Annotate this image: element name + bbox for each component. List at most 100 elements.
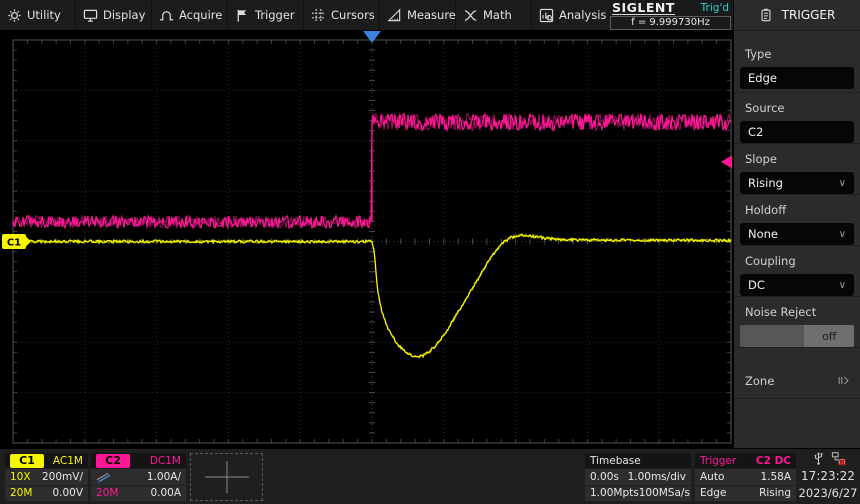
measure-icon	[387, 8, 402, 23]
clock-date[interactable]: 2023/6/27	[798, 485, 858, 501]
holdoff-label: Holdoff	[745, 203, 854, 217]
channel1-scale: 200mV/	[42, 471, 83, 483]
menu-item-label: Math	[483, 8, 512, 22]
channel1-box[interactable]: C1 AC1M 10X 200mV/ 20M 0.00V	[5, 453, 88, 501]
section-holdoff: Holdoff None ∨	[734, 195, 860, 246]
expand-right-icon	[837, 374, 852, 389]
timebase-samplerate: 100MSa/s	[639, 487, 690, 499]
crosshair-icon	[199, 457, 255, 497]
trigger-position-marker[interactable]	[363, 31, 381, 43]
timebase-memdepth: 1.00Mpts	[590, 487, 639, 499]
source-value: C2	[748, 125, 763, 139]
menu-item-label: Display	[103, 8, 145, 22]
menu-item-label: Utility	[27, 8, 61, 22]
menu-item-measure[interactable]: Measure	[380, 0, 456, 30]
noise-reject-toggle[interactable]: off	[740, 325, 854, 347]
menu-item-utility[interactable]: Utility	[0, 0, 76, 30]
source-field[interactable]: C2	[740, 121, 854, 143]
menu-item-label: Trigger	[255, 8, 295, 22]
menu-item-label: Measure	[407, 8, 456, 22]
trigger-slope: Rising	[759, 487, 791, 499]
trigger-panel-icon	[759, 8, 774, 23]
channel1-coupling: AC1M	[53, 455, 83, 467]
trigger-title: Trigger	[700, 455, 736, 467]
cursors-icon	[311, 8, 326, 23]
panel-header: TRIGGER	[734, 0, 860, 31]
coupling-dropdown[interactable]: DC ∨	[740, 274, 854, 296]
add-channel-placeholder[interactable]	[190, 453, 263, 501]
flag-icon	[235, 8, 250, 23]
noise-reject-label: Noise Reject	[745, 305, 854, 319]
timebase-title: Timebase	[590, 455, 641, 467]
slope-dropdown[interactable]: Rising ∨	[740, 172, 854, 194]
coupling-value: DC	[748, 278, 765, 292]
trigger-status-indicator: Trig'd	[701, 2, 729, 14]
math-icon	[463, 8, 478, 23]
menu-item-trigger[interactable]: Trigger	[228, 0, 304, 30]
trigger-mode: Auto	[700, 471, 724, 483]
section-zone[interactable]: Zone	[734, 348, 860, 399]
toggle-off-segment: off	[804, 325, 854, 347]
timebase-delay: 0.00s	[590, 471, 619, 483]
menu-item-display[interactable]: Display	[76, 0, 152, 30]
waveform-graticule[interactable]: C1	[0, 30, 733, 448]
channel2-offset: 0.00A	[150, 487, 181, 499]
channel2-badge: C2	[96, 454, 130, 468]
menu-item-analysis[interactable]: Analysis	[532, 0, 612, 30]
menu-item-acquire[interactable]: Acquire	[152, 0, 228, 30]
menu-item-math[interactable]: Math	[456, 0, 532, 30]
slope-value: Rising	[748, 176, 783, 190]
chevron-down-icon: ∨	[839, 229, 846, 240]
analysis-icon	[539, 8, 554, 23]
channel1-offset: 0.00V	[52, 487, 83, 499]
siglent-logo: SIGLENT	[612, 1, 675, 15]
channel2-scale: 1.00A/	[147, 471, 181, 483]
timebase-box[interactable]: Timebase 0.00s 1.00ms/div 1.00Mpts 100MS…	[585, 453, 691, 501]
probe-slope-icon	[96, 470, 111, 484]
coupling-label: Coupling	[745, 254, 854, 268]
panel-title: TRIGGER	[782, 8, 836, 22]
zone-label: Zone	[745, 374, 774, 388]
channel2-box[interactable]: C2 DC1M 1.00A/ 20M 0.00A	[91, 453, 186, 501]
menu-item-label: Cursors	[331, 8, 375, 22]
section-source: Source C2	[734, 93, 860, 144]
type-label: Type	[745, 47, 854, 61]
type-field[interactable]: Edge	[740, 67, 854, 89]
timebase-scale: 1.00ms/div	[628, 471, 686, 483]
trigger-level-marker[interactable]	[721, 155, 732, 168]
brand-block: SIGLENT Trig'd f = 9.999730Hz	[608, 0, 733, 30]
toggle-on-segment	[740, 325, 804, 347]
slope-label: Slope	[745, 152, 854, 166]
channel2-bandwidth: 20M	[96, 487, 118, 499]
acquire-icon	[159, 8, 174, 23]
usb-icon[interactable]	[811, 451, 826, 466]
section-noise-reject: Noise Reject off	[734, 297, 860, 348]
trigger-box[interactable]: Trigger C2 DC Auto 1.58A Edge Rising	[695, 453, 796, 501]
type-value: Edge	[748, 71, 777, 85]
section-type: Type Edge	[734, 31, 860, 93]
menu-items: Utility Display Acquire Trigger Cursors Measu…	[0, 0, 612, 30]
lan-error-icon[interactable]	[831, 451, 846, 466]
oscilloscope-screen: Utility Display Acquire Trigger Cursors Measu…	[0, 0, 860, 504]
menu-item-label: Analysis	[559, 8, 606, 22]
waveform-display-area[interactable]: C1	[0, 30, 733, 448]
menu-item-cursors[interactable]: Cursors	[304, 0, 380, 30]
section-slope: Slope Rising ∨	[734, 144, 860, 195]
status-bar: C1 AC1M 10X 200mV/ 20M 0.00V C2 DC1M 1.0…	[0, 448, 860, 504]
gear-icon	[7, 8, 22, 23]
menu-item-label: Acquire	[179, 8, 222, 22]
frequency-counter: f = 9.999730Hz	[610, 16, 731, 30]
source-label: Source	[745, 101, 854, 115]
holdoff-dropdown[interactable]: None ∨	[740, 223, 854, 245]
clock-time[interactable]: 17:23:22	[798, 468, 858, 485]
channel1-attenuation: 10X	[10, 471, 31, 483]
display-icon	[83, 8, 98, 23]
section-coupling: Coupling DC ∨	[734, 246, 860, 297]
channel1-bandwidth: 20M	[10, 487, 32, 499]
trigger-settings-panel: TRIGGER Type Edge Source C2 Slope Rising…	[733, 0, 860, 504]
holdoff-value: None	[748, 227, 778, 241]
trigger-type: Edge	[700, 487, 726, 499]
svg-text:C1: C1	[7, 237, 21, 248]
trigger-source-coupling: C2 DC	[756, 455, 791, 467]
channel1-badge: C1	[10, 454, 44, 468]
